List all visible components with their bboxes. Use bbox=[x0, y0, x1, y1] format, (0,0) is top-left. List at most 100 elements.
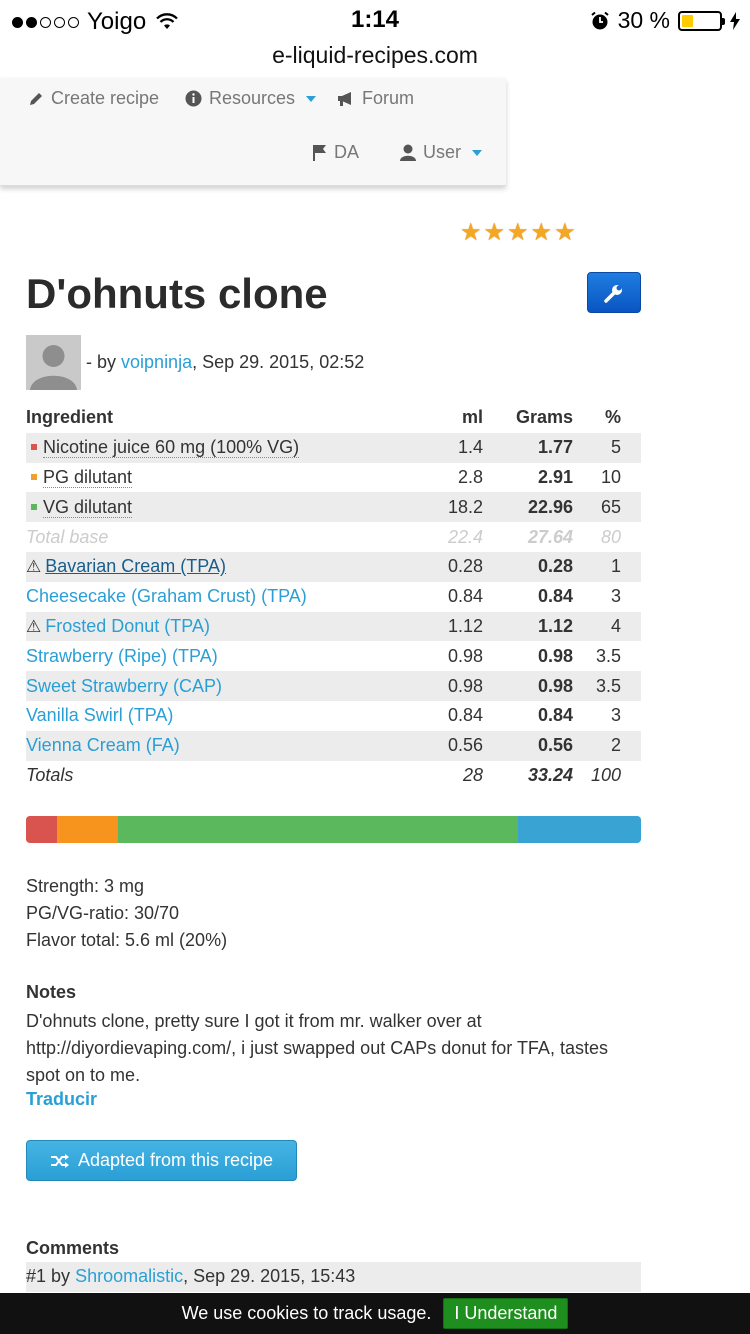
comment-author-link[interactable]: Shroomalistic bbox=[75, 1266, 183, 1286]
author-link[interactable]: voipninja bbox=[121, 352, 192, 372]
warning-icon: ⚠ bbox=[26, 616, 42, 636]
flavor-name: Cheesecake (Graham Crust) (TPA) bbox=[26, 582, 435, 612]
comment-item: #1 by Shroomalistic, Sep 29. 2015, 15:43 bbox=[26, 1262, 641, 1292]
avatar[interactable] bbox=[26, 335, 81, 390]
grams-cell: 0.84 bbox=[537, 705, 573, 726]
status-bar: Yoigo 1:14 30 % bbox=[0, 0, 750, 40]
cookie-accept-button[interactable]: I Understand bbox=[443, 1298, 569, 1329]
user-icon bbox=[400, 144, 416, 161]
adapt-recipe-button[interactable]: Adapted from this recipe bbox=[26, 1140, 297, 1181]
nav-resources[interactable]: Resources bbox=[185, 88, 317, 109]
cookie-banner: We use cookies to track usage. I Underst… bbox=[0, 1293, 750, 1334]
ingredient-table: Ingredient ml Grams % Nicotine juice 60 … bbox=[26, 403, 641, 790]
flavor-link[interactable]: Cheesecake (Graham Crust) (TPA) bbox=[26, 586, 307, 606]
star-icon[interactable]: ★ bbox=[554, 218, 576, 247]
grams-cell: 0.56 bbox=[495, 730, 585, 761]
flavor-row: ⚠ Bavarian Cream (TPA) 0.28 0.28 1 bbox=[26, 551, 641, 582]
grams-cell: 1.77 bbox=[495, 432, 585, 463]
pencil-icon bbox=[30, 92, 42, 105]
composition-bar bbox=[26, 816, 641, 843]
translate-link[interactable]: Traducir bbox=[26, 1089, 97, 1110]
battery-percent: 30 % bbox=[617, 7, 670, 33]
star-icon[interactable]: ★ bbox=[531, 218, 553, 247]
info-icon bbox=[185, 90, 202, 107]
nav-user[interactable]: User bbox=[400, 142, 483, 163]
flavor-link[interactable]: Bavarian Cream (TPA) bbox=[45, 556, 226, 576]
ml-cell: 18.2 bbox=[435, 492, 495, 523]
flavor-row: Sweet Strawberry (CAP) 0.98 0.98 3.5 bbox=[26, 671, 641, 701]
recipe-stats: Strength: 3 mg PG/VG-ratio: 30/70 Flavor… bbox=[26, 873, 227, 954]
flavor-link[interactable]: Strawberry (Ripe) (TPA) bbox=[26, 646, 218, 666]
ml-cell: 0.98 bbox=[435, 671, 495, 701]
ingredient-label: Nicotine juice 60 mg (100% VG) bbox=[43, 437, 300, 459]
nav-forum[interactable]: Forum bbox=[337, 88, 414, 109]
url-bar[interactable]: e-liquid-recipes.com bbox=[0, 40, 750, 78]
bar-segment-nicotine bbox=[26, 816, 57, 843]
star-icon[interactable]: ★ bbox=[460, 218, 482, 247]
battery-fill bbox=[682, 14, 693, 27]
ingredient-name: Nicotine juice 60 mg (100% VG) bbox=[26, 432, 435, 463]
flavor-name: Vanilla Swirl (TPA) bbox=[26, 701, 435, 731]
percent-cell: 1 bbox=[585, 551, 641, 582]
adapt-recipe-label: Adapted from this recipe bbox=[77, 1150, 274, 1170]
percent-cell: 3.5 bbox=[595, 645, 621, 666]
nav-create-recipe[interactable]: Create recipe bbox=[28, 88, 159, 109]
warning-icon: ⚠ bbox=[26, 557, 42, 577]
nav-forum-label: Forum bbox=[362, 88, 415, 108]
notes-heading: Notes bbox=[26, 982, 77, 1002]
flavor-link[interactable]: Vienna Cream (FA) bbox=[26, 735, 180, 755]
comment-date: , Sep 29. 2015, 15:43 bbox=[183, 1266, 356, 1286]
nav-da[interactable]: DA bbox=[312, 142, 359, 163]
nav-menu: Create recipe Resources Forum DA User bbox=[0, 78, 506, 186]
ml-cell: 0.98 bbox=[447, 645, 483, 666]
grams-cell: 1.12 bbox=[495, 611, 585, 642]
bar-segment-vg bbox=[118, 816, 518, 843]
ml-cell: 0.56 bbox=[435, 730, 495, 761]
percent-cell: 4 bbox=[585, 611, 641, 642]
percent-cell: 2 bbox=[585, 730, 641, 761]
ratio-text: PG/VG-ratio: 30/70 bbox=[26, 903, 180, 923]
rating-stars[interactable]: ★ ★ ★ ★ ★ bbox=[460, 218, 576, 247]
percent-cell: 65 bbox=[585, 492, 641, 523]
comment-prefix: #1 by bbox=[26, 1266, 71, 1286]
percent-cell: 3 bbox=[610, 705, 621, 726]
ingredient-label: PG dilutant bbox=[43, 466, 133, 488]
ml-cell: 2.8 bbox=[457, 466, 483, 487]
star-icon[interactable]: ★ bbox=[507, 218, 529, 247]
notes-text: D'ohnuts clone, pretty sure I got it fro… bbox=[26, 1011, 608, 1085]
flag-icon bbox=[313, 145, 326, 161]
tools-button[interactable] bbox=[587, 272, 641, 313]
header-ingredient: Ingredient bbox=[26, 407, 114, 428]
totals-label: Totals bbox=[26, 764, 74, 785]
flavor-name: Vienna Cream (FA) bbox=[26, 730, 435, 761]
flavor-link[interactable]: Vanilla Swirl (TPA) bbox=[26, 705, 173, 725]
percent-cell: 3.5 bbox=[585, 671, 641, 701]
bar-segment-flavor bbox=[518, 816, 641, 843]
ml-cell: 22.4 bbox=[447, 526, 483, 547]
shuffle-icon bbox=[50, 1153, 69, 1168]
wrench-icon bbox=[604, 284, 622, 303]
flavor-name: Strawberry (Ripe) (TPA) bbox=[26, 641, 435, 671]
ml-cell: 1.12 bbox=[435, 611, 495, 642]
nav-resources-label: Resources bbox=[209, 88, 296, 108]
color-swatch bbox=[31, 503, 37, 510]
flavor-link[interactable]: Frosted Donut (TPA) bbox=[45, 616, 210, 636]
flavor-row: ⚠ Frosted Donut (TPA) 1.12 1.12 4 bbox=[26, 611, 641, 642]
nav-da-label: DA bbox=[334, 142, 360, 162]
header-ml: ml bbox=[461, 407, 483, 428]
recipe-date: , Sep 29. 2015, 02:52 bbox=[192, 352, 365, 372]
comments-heading: Comments bbox=[26, 1238, 120, 1258]
ml-cell: 0.28 bbox=[435, 551, 495, 582]
percent-cell: 3 bbox=[610, 586, 621, 607]
flavor-link[interactable]: Sweet Strawberry (CAP) bbox=[26, 676, 222, 696]
grams-cell: 22.96 bbox=[495, 492, 585, 523]
grams-cell: 0.98 bbox=[537, 645, 573, 666]
star-icon[interactable]: ★ bbox=[484, 218, 506, 247]
flavor-row: Vienna Cream (FA) 0.56 0.56 2 bbox=[26, 730, 641, 761]
status-right: 30 % bbox=[590, 7, 740, 34]
nav-user-label: User bbox=[423, 142, 462, 162]
ingredient-name: PG dilutant bbox=[26, 463, 435, 493]
alarm-icon bbox=[590, 11, 609, 29]
bar-segment-pg bbox=[56, 816, 119, 843]
color-swatch bbox=[31, 473, 37, 480]
